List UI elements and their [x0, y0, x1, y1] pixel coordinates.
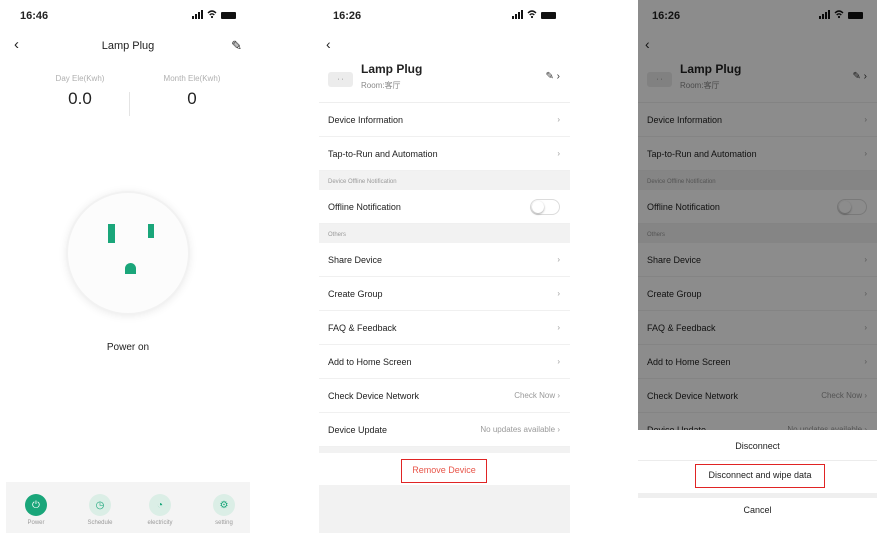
chevron-right-icon: ›: [557, 357, 560, 366]
check-now-value: Check Now: [514, 391, 556, 400]
row-label: Check Device Network: [328, 391, 420, 401]
remove-device-area: Remove Device: [319, 453, 570, 485]
signal-icon: [192, 10, 203, 19]
device-settings-screen: 16:26 ‹ · · Lamp Plug Room:客厅 ✎ › Device…: [319, 0, 570, 533]
tab-electricity[interactable]: ◔ electricity: [138, 494, 182, 526]
status-icons: [192, 9, 236, 19]
row-label: Device Information: [328, 115, 404, 125]
plug-icon: · ·: [328, 72, 353, 87]
status-time: 16:46: [20, 10, 49, 22]
disconnect-option[interactable]: Disconnect: [638, 441, 877, 451]
disconnect-action-sheet: Disconnect Disconnect and wipe data Canc…: [638, 430, 877, 533]
tab-setting[interactable]: ⚙ setting: [202, 494, 246, 526]
row-device-update[interactable]: Device Update No updates available ›: [319, 413, 570, 447]
section-offline: Device Offline Notification: [319, 171, 570, 190]
tab-label: electricity: [147, 520, 173, 526]
nav-bar: ‹ Lamp Plug ✎: [6, 37, 250, 56]
power-icon: ⏻: [25, 494, 47, 516]
cancel-button[interactable]: Cancel: [638, 505, 877, 515]
device-name: Lamp Plug: [361, 62, 423, 76]
tab-label: Schedule: [87, 520, 113, 526]
power-status-label: Power on: [106, 342, 150, 353]
row-value: Check Now ›: [514, 391, 560, 400]
back-icon[interactable]: ‹: [326, 36, 331, 52]
update-status-value: No updates available: [480, 425, 556, 434]
signal-icon: [512, 10, 523, 19]
tab-label: setting: [215, 520, 233, 526]
row-create-group[interactable]: Create Group ›: [319, 277, 570, 311]
chevron-right-icon: ›: [557, 255, 560, 264]
status-time: 16:26: [333, 10, 362, 22]
row-device-information[interactable]: Device Information ›: [319, 102, 570, 137]
page-title: Lamp Plug: [101, 40, 155, 52]
row-tap-to-run[interactable]: Tap-to-Run and Automation ›: [319, 137, 570, 171]
row-share-device[interactable]: Share Device ›: [319, 243, 570, 277]
row-value: No updates available ›: [480, 425, 560, 434]
wifi-icon: [527, 10, 537, 19]
edit-icon[interactable]: ✎ ›: [546, 71, 561, 82]
socket-pin-right: [148, 224, 154, 238]
stats-divider: [129, 92, 130, 116]
gauge-icon: ◔: [149, 494, 171, 516]
clock-icon: ◷: [89, 494, 111, 516]
chevron-right-icon: ›: [557, 289, 560, 298]
month-energy-label: Month Ele(Kwh): [163, 74, 221, 83]
bottom-tab-bar: ⏻ Power ◷ Schedule ◔ electricity ⚙ setti…: [6, 482, 250, 533]
device-room: Room:客厅: [361, 81, 401, 90]
row-offline-notification: Offline Notification: [319, 190, 570, 224]
modal-backdrop[interactable]: [638, 0, 877, 430]
remove-device-button[interactable]: Remove Device: [401, 459, 487, 483]
row-label: FAQ & Feedback: [328, 323, 397, 333]
chevron-right-icon: ›: [557, 323, 560, 332]
row-faq-feedback[interactable]: FAQ & Feedback ›: [319, 311, 570, 345]
sheet-divider: [638, 460, 877, 461]
chevron-right-icon: ›: [557, 149, 560, 158]
row-check-network[interactable]: Check Device Network Check Now ›: [319, 379, 570, 413]
section-others: Others: [319, 224, 570, 243]
month-energy-value: 0: [187, 89, 197, 108]
status-bar: 16:26: [319, 0, 570, 38]
tab-schedule[interactable]: ◷ Schedule: [78, 494, 122, 526]
offline-notification-toggle[interactable]: [530, 199, 560, 215]
disconnect-wipe-data-option[interactable]: Disconnect and wipe data: [695, 464, 825, 488]
socket-pin-left: [108, 224, 115, 243]
row-label: Create Group: [328, 289, 383, 299]
day-energy-value: 0.0: [68, 89, 92, 108]
row-add-home-screen[interactable]: Add to Home Screen ›: [319, 345, 570, 379]
row-label: Offline Notification: [328, 202, 401, 212]
edit-icon[interactable]: ✎: [231, 38, 242, 54]
status-bar: 16:46: [6, 0, 250, 38]
device-header[interactable]: · · Lamp Plug Room:客厅 ✎ ›: [319, 58, 570, 102]
energy-stats: Day Ele(Kwh) 0.0 Month Ele(Kwh) 0: [6, 74, 250, 134]
row-label: Share Device: [328, 255, 383, 265]
battery-icon: [221, 12, 236, 19]
lamp-plug-control-screen: 16:46 ‹ Lamp Plug ✎ Day Ele(Kwh) 0.0 Mon…: [6, 0, 250, 533]
row-label: Tap-to-Run and Automation: [328, 149, 438, 159]
chevron-right-icon: ›: [557, 115, 560, 124]
day-energy-label: Day Ele(Kwh): [55, 74, 105, 83]
section-label: Device Offline Notification: [328, 179, 397, 185]
gear-icon: ⚙: [213, 494, 235, 516]
wifi-icon: [207, 10, 217, 19]
socket-pin-ground: [125, 263, 136, 274]
row-label: Device Update: [328, 425, 388, 435]
nav-bar: ‹: [319, 36, 570, 58]
section-label: Others: [328, 232, 347, 238]
tab-power[interactable]: ⏻ Power: [14, 494, 58, 526]
sheet-gap: [638, 493, 877, 498]
power-socket-button[interactable]: [68, 193, 188, 313]
battery-icon: [541, 12, 556, 19]
month-energy-stat: Month Ele(Kwh) 0: [142, 74, 242, 109]
day-energy-stat: Day Ele(Kwh) 0.0: [30, 74, 130, 109]
disconnect-sheet-screen: 16:26 ‹ · · Lamp Plug Room:客厅 ✎ › Device…: [638, 0, 877, 533]
status-icons: [512, 9, 556, 19]
tab-label: Power: [27, 520, 45, 526]
row-label: Add to Home Screen: [328, 357, 412, 367]
